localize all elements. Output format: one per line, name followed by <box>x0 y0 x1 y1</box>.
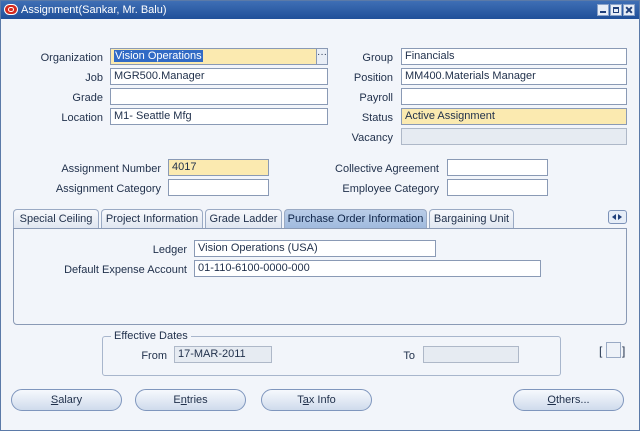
tab-scroll-arrows-icon[interactable] <box>608 210 627 224</box>
tab-bargaining-unit[interactable]: Bargaining Unit <box>429 209 514 229</box>
assignment-number-field[interactable]: 4017 <box>168 159 269 176</box>
vacancy-field <box>401 128 627 145</box>
entries-pre: E <box>173 394 181 406</box>
location-field[interactable]: M1- Seattle Mfg <box>110 108 328 125</box>
salary-label: alary <box>58 394 83 406</box>
status-field[interactable]: Active Assignment <box>401 108 627 125</box>
tax-info-label: x Info <box>308 394 336 406</box>
flexfield-open: [ <box>599 344 603 358</box>
flexfield-bracket: [ <box>599 344 602 358</box>
location-label: Location <box>61 112 103 124</box>
group-label: Group <box>362 52 393 64</box>
descriptive-flexfield[interactable] <box>606 342 621 358</box>
assignment-category-field[interactable] <box>168 179 269 196</box>
others-label: thers... <box>555 394 590 406</box>
from-label: From <box>141 350 167 362</box>
tab-purchase-order-information[interactable]: Purchase Order Information <box>284 209 427 229</box>
position-label: Position <box>353 72 393 84</box>
flexfield-bracket-close: ] <box>622 344 625 358</box>
tab-grade-ladder[interactable]: Grade Ladder <box>205 209 282 229</box>
employee-category-label: Employee Category <box>342 183 439 195</box>
assignment-window: Assignment(Sankar, Mr. Balu) Organizatio… <box>0 0 640 431</box>
vacancy-label: Vacancy <box>351 132 393 144</box>
job-label: Job <box>85 72 103 84</box>
assignment-category-label: Assignment Category <box>55 183 161 195</box>
to-label: To <box>403 350 415 362</box>
collective-agreement-label: Collective Agreement <box>335 163 439 175</box>
salary-button[interactable]: Salary <box>11 389 122 411</box>
job-field[interactable]: MGR500.Manager <box>110 68 328 85</box>
ledger-field[interactable]: Vision Operations (USA) <box>194 240 436 257</box>
default-expense-account-label: Default Expense Account <box>64 264 187 276</box>
entries-button[interactable]: Entries <box>135 389 246 411</box>
status-label: Status <box>361 112 393 124</box>
window-title: Assignment(Sankar, Mr. Balu) <box>21 4 167 16</box>
collective-agreement-field[interactable] <box>447 159 548 176</box>
group-field[interactable]: Financials <box>401 48 627 65</box>
tab-project-information[interactable]: Project Information <box>101 209 203 229</box>
close-icon[interactable] <box>623 4 635 16</box>
tax-info-button[interactable]: Tax Info <box>261 389 372 411</box>
payroll-field[interactable] <box>401 88 627 105</box>
organization-value: Vision Operations <box>114 50 203 62</box>
maximize-icon[interactable] <box>610 4 622 16</box>
grade-label: Grade <box>72 92 103 104</box>
flexfield-close: ] <box>622 344 626 358</box>
organization-label: Organization <box>40 52 103 64</box>
tab-special-ceiling[interactable]: Special Ceiling <box>13 209 99 229</box>
position-field[interactable]: MM400.Materials Manager <box>401 68 627 85</box>
to-date-field <box>423 346 519 363</box>
oracle-logo-icon <box>4 4 18 15</box>
grade-field[interactable] <box>110 88 328 105</box>
others-mnemonic: O <box>547 394 556 406</box>
payroll-label: Payroll <box>359 92 393 104</box>
from-date-field: 17-MAR-2011 <box>174 346 272 363</box>
employee-category-field[interactable] <box>447 179 548 196</box>
minimize-icon[interactable] <box>597 4 609 16</box>
effective-dates-title: Effective Dates <box>111 330 191 342</box>
title-bar[interactable]: Assignment(Sankar, Mr. Balu) <box>1 1 639 19</box>
ledger-label: Ledger <box>152 244 187 256</box>
entries-label: tries <box>186 394 208 406</box>
organization-field[interactable]: Vision Operations <box>110 48 317 65</box>
assignment-number-label: Assignment Number <box>61 163 161 175</box>
default-expense-account-field[interactable]: 01-110-6100-0000-000 <box>194 260 541 277</box>
others-button[interactable]: Others... <box>513 389 624 411</box>
